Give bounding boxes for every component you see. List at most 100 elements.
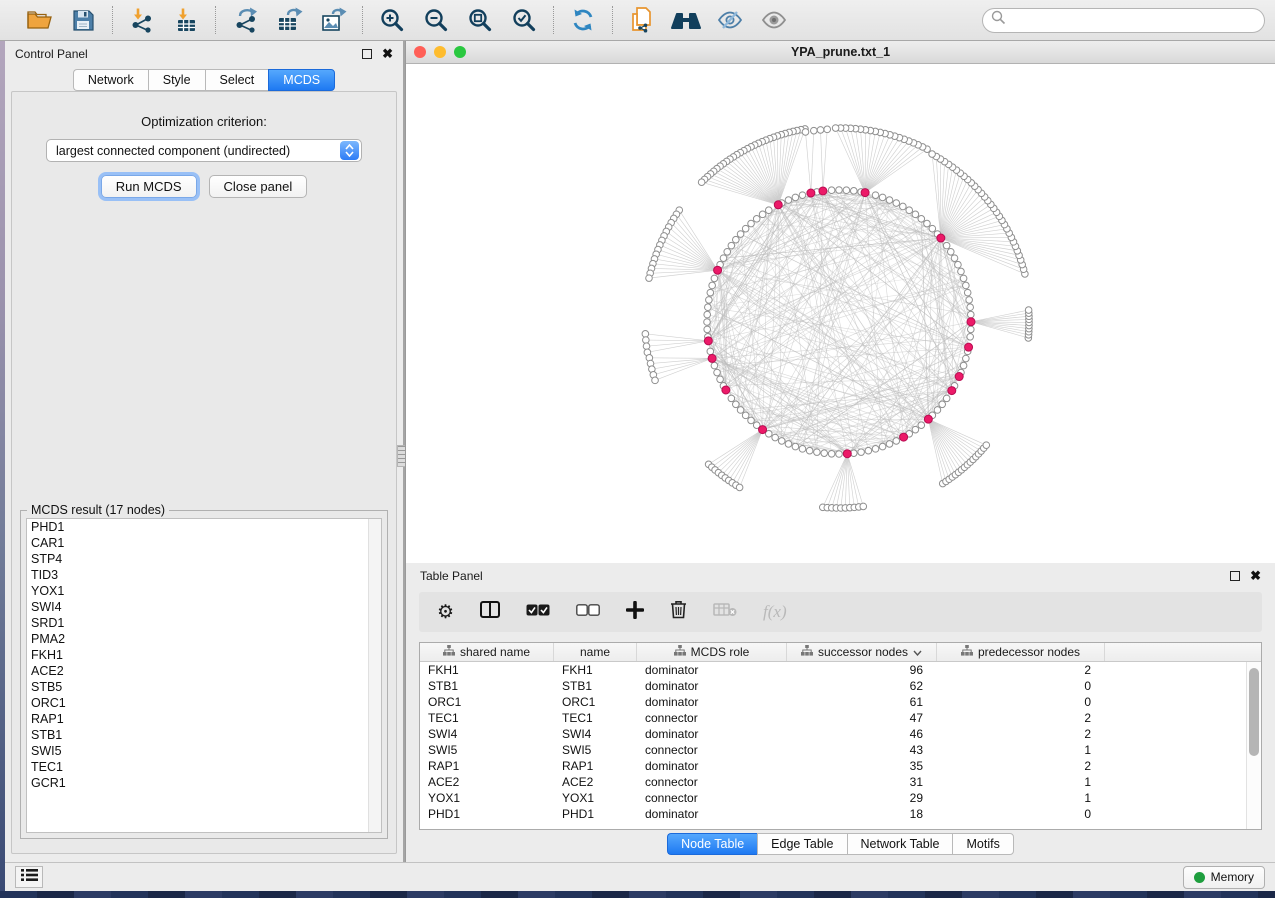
result-node[interactable]: YOX1 — [27, 583, 381, 599]
minimize-window-icon[interactable] — [434, 46, 446, 58]
cell-mcds-role: dominator — [637, 678, 787, 694]
table-row[interactable]: YOX1YOX1connector291 — [420, 790, 1246, 806]
float-panel-icon[interactable] — [362, 49, 372, 59]
refresh-button[interactable] — [568, 5, 598, 35]
zoom-selected-button[interactable] — [509, 5, 539, 35]
table-row[interactable]: SWI4SWI4dominator462 — [420, 726, 1246, 742]
zoom-out-button[interactable] — [421, 5, 451, 35]
tab-mcds[interactable]: MCDS — [268, 69, 335, 91]
task-history-button[interactable] — [15, 866, 43, 888]
result-node[interactable]: RAP1 — [27, 711, 381, 727]
import-table-button[interactable] — [171, 5, 201, 35]
search-objects-button[interactable] — [671, 5, 701, 35]
column-header-predecessor-nodes[interactable]: predecessor nodes — [937, 643, 1105, 661]
optimization-criterion-label: Optimization criterion: — [12, 114, 396, 129]
network-window-titlebar[interactable]: YPA_prune.txt_1 — [406, 41, 1275, 64]
export-network-button[interactable] — [230, 5, 260, 35]
save-floppy-icon — [71, 8, 95, 32]
table-row[interactable]: FKH1FKH1dominator962 — [420, 662, 1246, 678]
column-header-mcds-role[interactable]: MCDS role — [637, 643, 787, 661]
result-node[interactable]: TID3 — [27, 567, 381, 583]
result-node[interactable]: TEC1 — [27, 759, 381, 775]
table-row[interactable]: SWI5SWI5connector431 — [420, 742, 1246, 758]
trash-icon — [670, 600, 687, 624]
table-row[interactable]: PHD1PHD1dominator180 — [420, 806, 1246, 822]
hide-graphics-button[interactable] — [715, 5, 745, 35]
delete-columns-button[interactable] — [670, 600, 687, 624]
column-header-successor-nodes[interactable]: successor nodes — [787, 643, 937, 661]
result-node[interactable]: SWI4 — [27, 599, 381, 615]
table-row[interactable]: ORC1ORC1dominator610 — [420, 694, 1246, 710]
optimization-criterion-select[interactable]: largest connected component (undirected) — [46, 139, 362, 162]
add-column-button[interactable] — [626, 601, 644, 624]
memory-button[interactable]: Memory — [1183, 866, 1265, 889]
close-table-panel-icon[interactable]: ✖ — [1250, 571, 1261, 581]
show-graphics-button[interactable] — [759, 5, 789, 35]
float-table-panel-icon[interactable] — [1230, 571, 1240, 581]
close-panel-button[interactable]: Close panel — [209, 175, 308, 198]
result-node[interactable]: FKH1 — [27, 647, 381, 663]
refresh-icon — [570, 7, 596, 33]
network-window-title: YPA_prune.txt_1 — [406, 45, 1275, 59]
tab-edge-table[interactable]: Edge Table — [757, 833, 846, 855]
network-canvas[interactable] — [406, 64, 1275, 562]
result-node[interactable]: SRD1 — [27, 615, 381, 631]
table-row[interactable]: TEC1TEC1connector472 — [420, 710, 1246, 726]
column-header-empty — [1105, 643, 1261, 661]
tab-select[interactable]: Select — [205, 69, 269, 91]
cell-mcds-role: dominator — [637, 694, 787, 710]
result-node[interactable]: STB1 — [27, 727, 381, 743]
result-node[interactable]: GCR1 — [27, 775, 381, 791]
duplicate-network-button[interactable] — [627, 5, 657, 35]
import-network-button[interactable] — [127, 5, 157, 35]
result-node[interactable]: STP4 — [27, 551, 381, 567]
cell-predecessor-nodes: 0 — [937, 806, 1105, 822]
tab-node-table[interactable]: Node Table — [667, 833, 757, 855]
cell-mcds-role: connector — [637, 790, 787, 806]
table-row[interactable]: ACE2ACE2connector311 — [420, 774, 1246, 790]
tab-network[interactable]: Network — [73, 69, 148, 91]
result-node[interactable]: ORC1 — [27, 695, 381, 711]
result-node[interactable]: PMA2 — [27, 631, 381, 647]
result-node[interactable]: STB5 — [27, 679, 381, 695]
fit-content-button[interactable] — [465, 5, 495, 35]
tab-motifs[interactable]: Motifs — [952, 833, 1013, 855]
table-row[interactable]: STB1STB1dominator620 — [420, 678, 1246, 694]
close-panel-icon[interactable]: ✖ — [382, 49, 393, 59]
shared-column-icon — [801, 645, 813, 659]
export-image-button[interactable] — [318, 5, 348, 35]
table-options-button[interactable]: ⚙ — [437, 603, 454, 622]
mcds-result-list[interactable]: PHD1CAR1STP4TID3YOX1SWI4SRD1PMA2FKH1ACE2… — [26, 518, 382, 833]
unchecked-boxes-icon — [576, 603, 600, 621]
result-node[interactable]: PHD1 — [27, 519, 381, 535]
select-all-columns-button[interactable] — [526, 603, 550, 621]
scrollbar-thumb[interactable] — [1249, 668, 1259, 756]
tab-style[interactable]: Style — [148, 69, 205, 91]
save-session-button[interactable] — [68, 5, 98, 35]
maximize-window-icon[interactable] — [454, 46, 466, 58]
table-row[interactable]: RAP1RAP1dominator352 — [420, 758, 1246, 774]
memory-status-icon — [1194, 872, 1205, 883]
cell-name: PHD1 — [554, 806, 637, 822]
column-header-name[interactable]: name — [554, 643, 637, 661]
result-node[interactable]: CAR1 — [27, 535, 381, 551]
zoom-selected-icon — [511, 7, 537, 33]
run-mcds-button[interactable]: Run MCDS — [101, 175, 197, 198]
table-scrollbar[interactable] — [1246, 662, 1261, 829]
function-builder-button[interactable]: f(x) — [763, 602, 787, 622]
deselect-all-columns-button[interactable] — [576, 603, 600, 621]
close-window-icon[interactable] — [414, 46, 426, 58]
split-view-button[interactable] — [480, 601, 500, 623]
cell-mcds-role: dominator — [637, 806, 787, 822]
cell-successor-nodes: 43 — [787, 742, 937, 758]
zoom-in-button[interactable] — [377, 5, 407, 35]
export-table-button[interactable] — [274, 5, 304, 35]
open-session-button[interactable] — [24, 5, 54, 35]
result-node[interactable]: ACE2 — [27, 663, 381, 679]
delete-table-button[interactable] — [713, 602, 737, 622]
result-node[interactable]: SWI5 — [27, 743, 381, 759]
tab-network-table[interactable]: Network Table — [847, 833, 953, 855]
search-input[interactable] — [1011, 13, 1256, 27]
column-header-shared-name[interactable]: shared name — [420, 643, 554, 661]
result-list-scrollbar[interactable] — [368, 519, 381, 832]
